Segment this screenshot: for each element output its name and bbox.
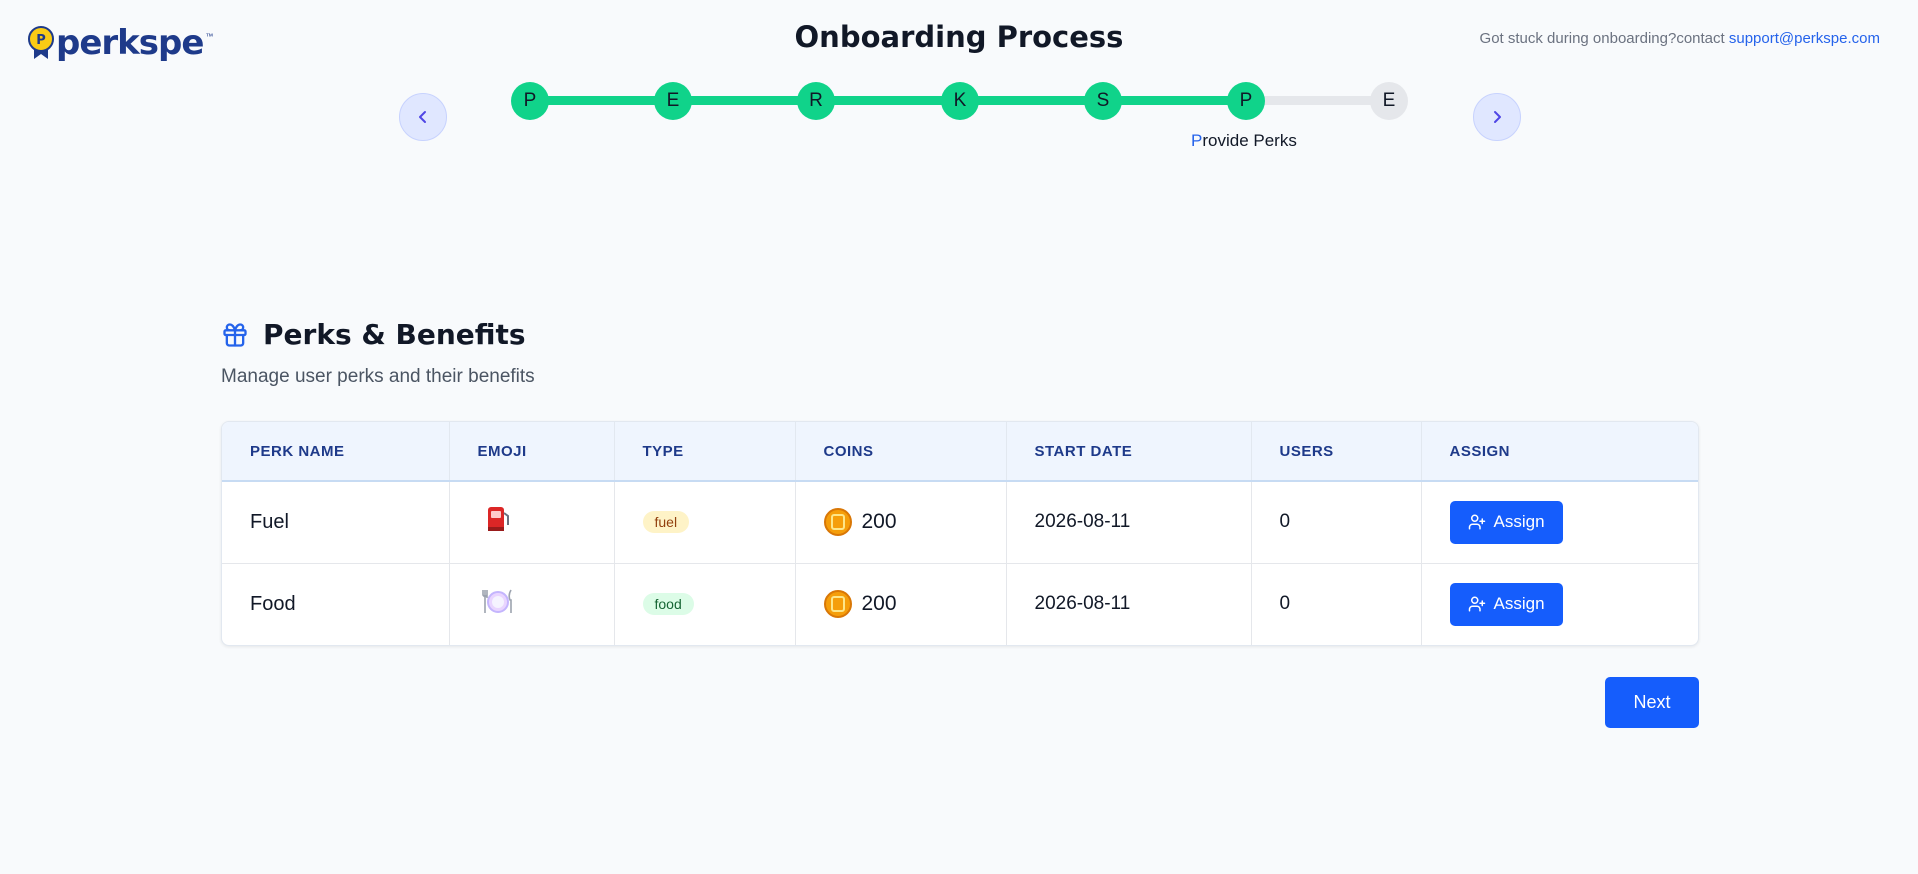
- perks-table: PERK NAME EMOJI TYPE COINS START DATE US…: [221, 421, 1699, 646]
- emoji-cell: [449, 481, 615, 563]
- coin-icon: [823, 590, 852, 619]
- coins-cell: 200: [795, 563, 1007, 645]
- chevron-left-icon: [419, 111, 426, 123]
- section-title: Perks & Benefits: [263, 318, 526, 351]
- coins-value: 200: [861, 592, 897, 616]
- users-cell: 0: [1251, 481, 1422, 563]
- table-row: Food food 200 2026-08-11 0 Assign: [222, 563, 1698, 645]
- perk-name-cell: Food: [222, 563, 450, 645]
- column-header[interactable]: PERK NAME: [222, 422, 450, 481]
- gift-icon: [223, 322, 247, 347]
- assign-cell: Assign: [1421, 563, 1698, 645]
- plate-cutlery-icon: [481, 589, 512, 614]
- start-date-cell: 2026-08-11: [1006, 563, 1252, 645]
- user-plus-icon: [1468, 514, 1485, 530]
- chevron-right-icon: [1494, 111, 1501, 123]
- fuel-pump-icon: [487, 507, 509, 532]
- step-3[interactable]: R: [797, 82, 835, 120]
- assign-cell: Assign: [1421, 481, 1698, 563]
- assign-button-label: Assign: [1493, 594, 1545, 614]
- assign-button[interactable]: Assign: [1449, 582, 1563, 626]
- coins-value: 200: [861, 510, 897, 534]
- column-header[interactable]: ASSIGN: [1421, 422, 1698, 481]
- assign-button[interactable]: Assign: [1449, 500, 1563, 544]
- column-header[interactable]: START DATE: [1006, 422, 1252, 481]
- table-header-row: PERK NAME EMOJI TYPE COINS START DATE US…: [222, 422, 1698, 481]
- current-step-label-rest: rovide Perks: [1202, 131, 1297, 150]
- type-badge: food: [642, 593, 694, 616]
- stepper-progress: [529, 96, 1247, 105]
- type-cell: food: [614, 563, 796, 645]
- support-contact: Got stuck during onboarding?contact supp…: [1480, 30, 1880, 47]
- user-plus-icon: [1468, 596, 1485, 612]
- step-7[interactable]: E: [1370, 82, 1408, 120]
- section-subtitle: Manage user perks and their benefits: [221, 366, 535, 387]
- step-1[interactable]: P: [511, 82, 549, 120]
- next-button[interactable]: Next: [1605, 677, 1699, 728]
- assign-button-label: Assign: [1493, 512, 1545, 532]
- step-6-current[interactable]: P: [1227, 82, 1265, 120]
- perk-name-cell: Fuel: [222, 481, 450, 563]
- support-text: Got stuck during onboarding?contact: [1479, 30, 1729, 47]
- column-header[interactable]: COINS: [795, 422, 1007, 481]
- coins-cell: 200: [795, 481, 1007, 563]
- current-step-label-initial: P: [1191, 131, 1203, 150]
- start-date-cell: 2026-08-11: [1006, 481, 1252, 563]
- emoji-cell: [449, 563, 615, 645]
- support-email-link[interactable]: support@perkspe.com: [1729, 30, 1880, 47]
- stepper-next-button[interactable]: [1473, 93, 1521, 141]
- column-header[interactable]: TYPE: [614, 422, 796, 481]
- column-header[interactable]: EMOJI: [449, 422, 615, 481]
- step-2[interactable]: E: [654, 82, 692, 120]
- users-cell: 0: [1251, 563, 1422, 645]
- section-header: Perks & Benefits: [221, 318, 526, 351]
- type-badge: fuel: [642, 511, 690, 534]
- current-step-label: Provide Perks: [1191, 131, 1297, 151]
- column-header[interactable]: USERS: [1251, 422, 1422, 481]
- step-5[interactable]: S: [1084, 82, 1122, 120]
- type-cell: fuel: [614, 481, 796, 563]
- table-row: Fuel fuel 200 2026-08-11 0 Assign: [222, 481, 1698, 563]
- stepper-prev-button[interactable]: [399, 93, 447, 141]
- step-4[interactable]: K: [941, 82, 979, 120]
- coin-icon: [823, 508, 852, 537]
